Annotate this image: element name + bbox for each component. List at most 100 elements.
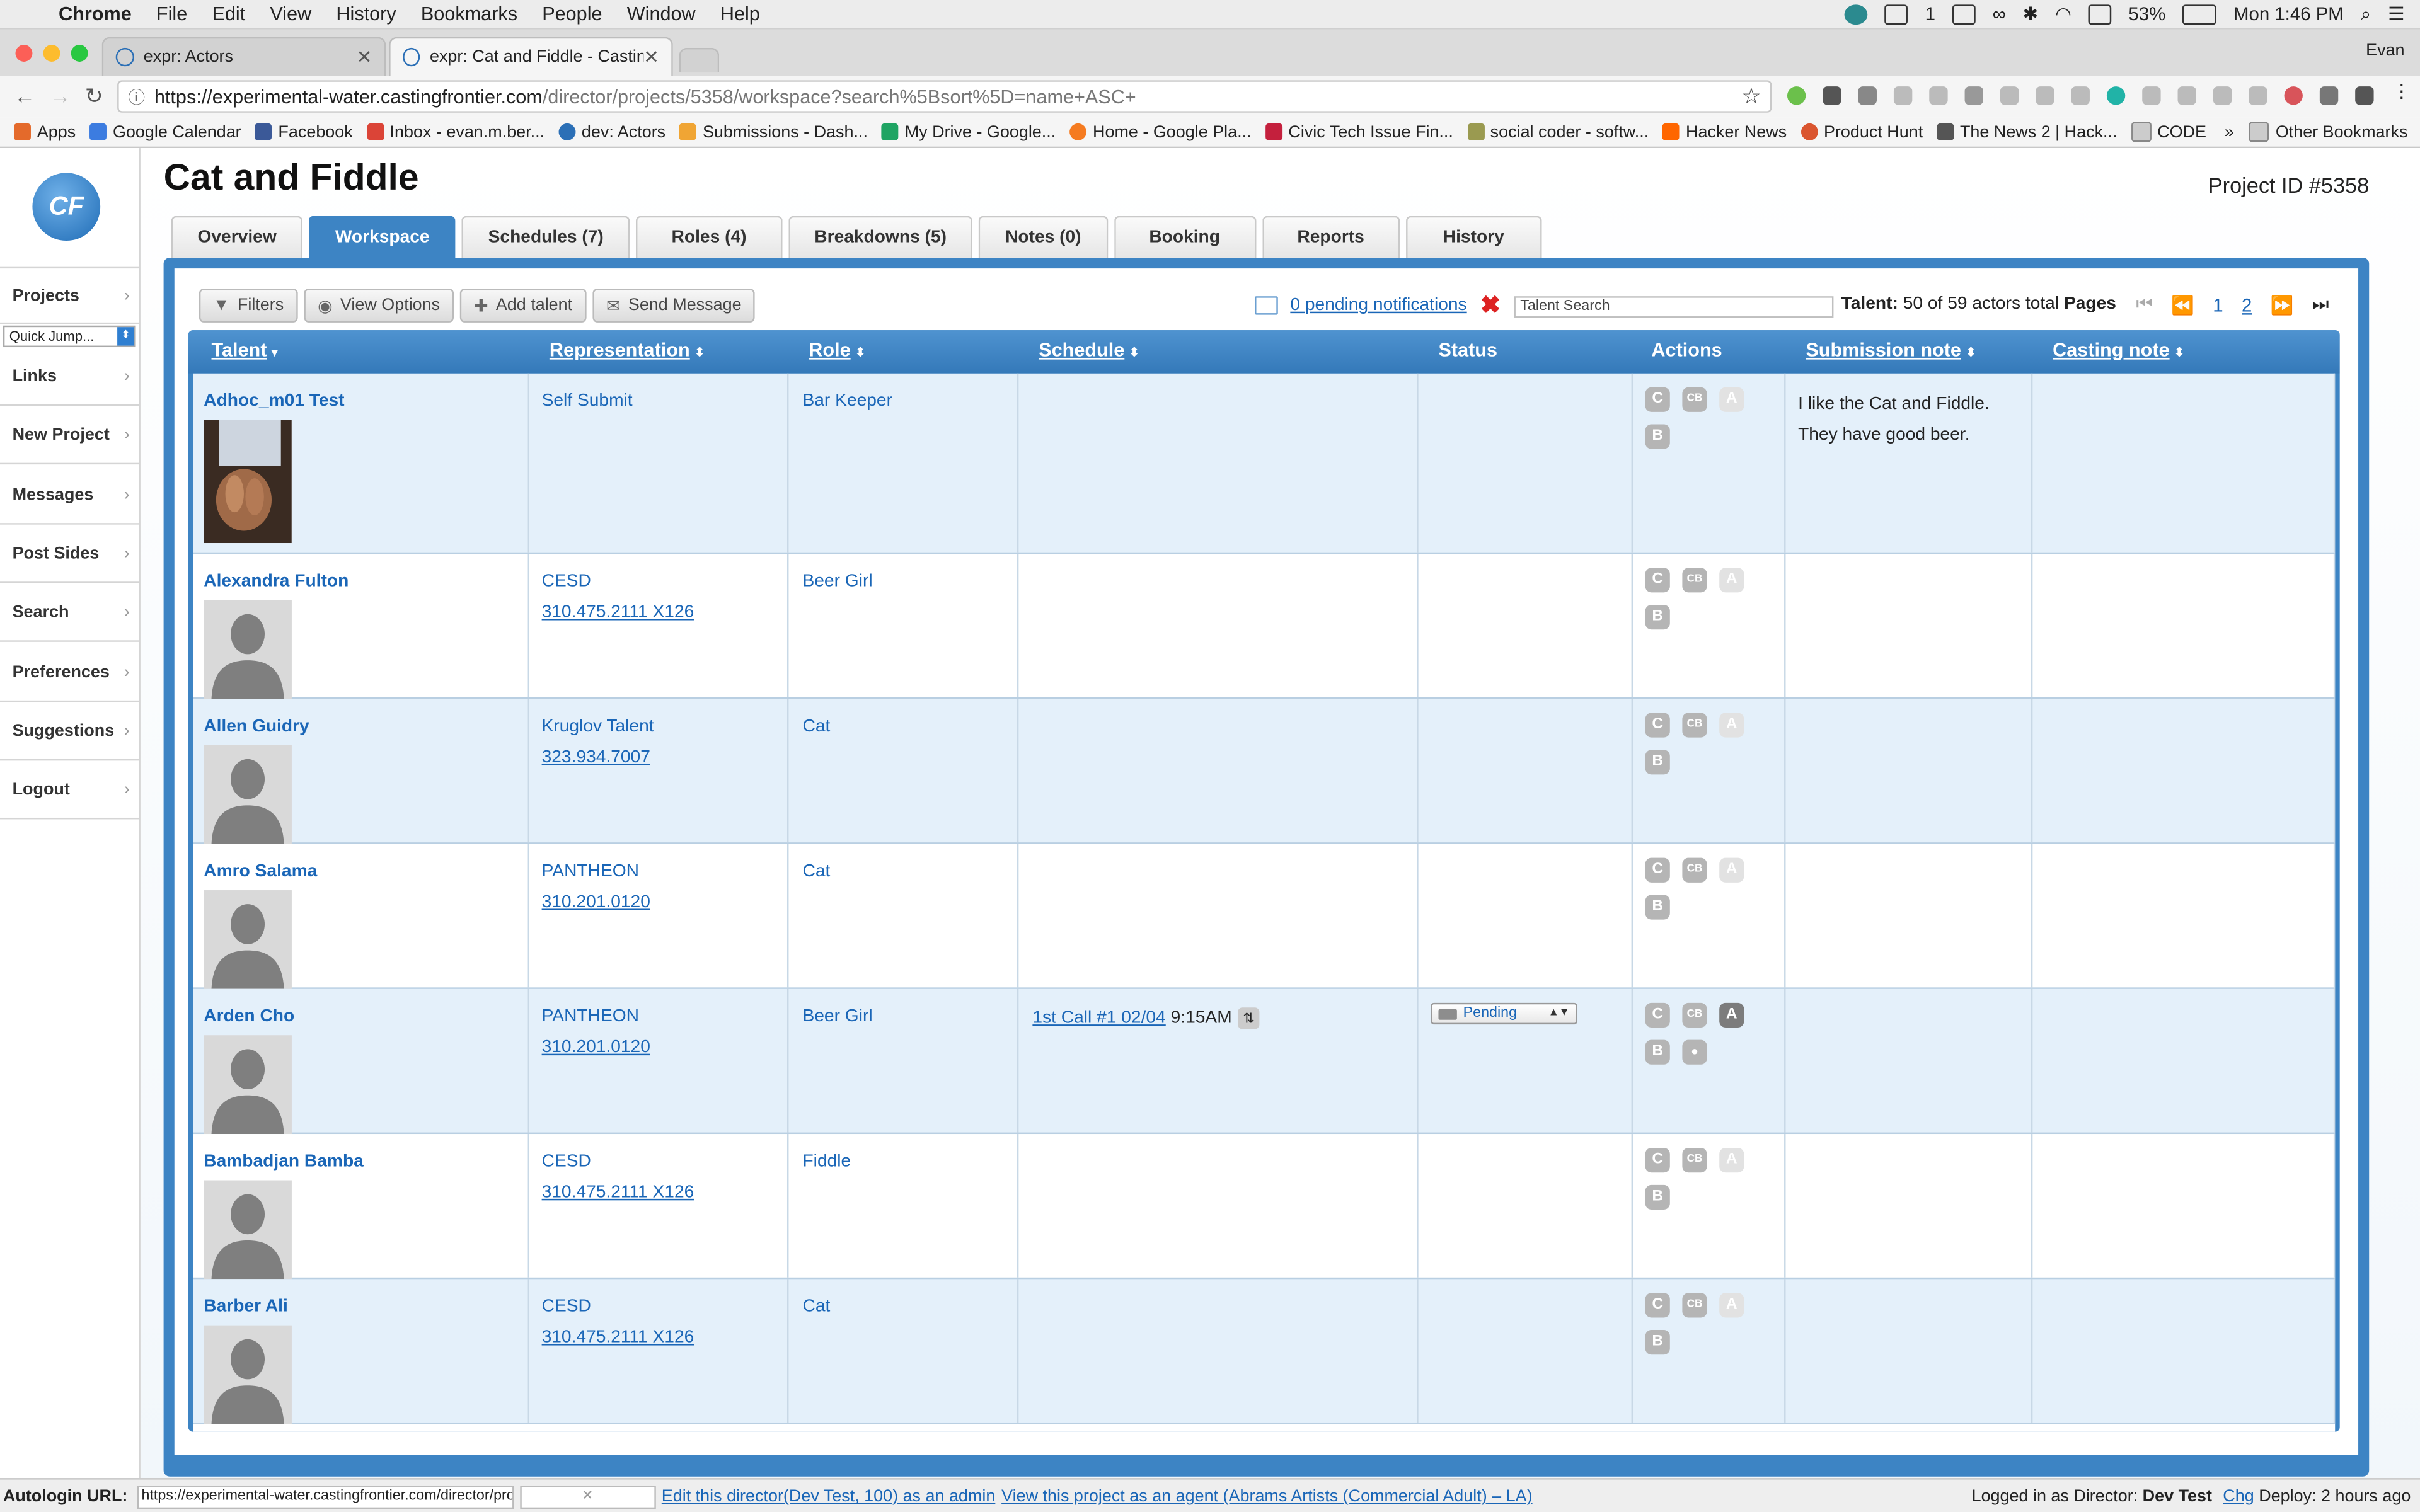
role-link[interactable]: Beer Girl — [802, 573, 872, 591]
cb-button[interactable]: CB — [1682, 387, 1707, 412]
bluetooth-icon[interactable]: ✱ — [2023, 3, 2039, 25]
tab-breakdowns[interactable]: Breakdowns (5) — [788, 215, 973, 258]
book-button[interactable]: B — [1645, 1040, 1670, 1065]
extension-check-icon[interactable] — [2142, 86, 2161, 105]
notification-center-icon[interactable]: ☰ — [2388, 3, 2404, 25]
sidebar-item-messages[interactable]: Messages › — [0, 467, 139, 525]
tab-workspace[interactable]: Workspace — [309, 215, 456, 258]
evernote-icon[interactable] — [1884, 4, 1908, 24]
page-2-link[interactable]: 2 — [2242, 294, 2252, 316]
bookmark-the-news[interactable]: The News 2 | Hack... — [1937, 123, 2117, 141]
book-button[interactable]: B — [1645, 605, 1670, 630]
talent-photo[interactable] — [204, 420, 292, 544]
column-header-submission-note[interactable]: Submission note ⬍ — [1806, 340, 1976, 361]
status-select[interactable]: Pending ▲▼ — [1431, 1002, 1577, 1025]
sidebar-item-new-project[interactable]: New Project › — [0, 408, 139, 465]
browser-tab-actors[interactable]: expr: Actors ✕ — [101, 37, 386, 76]
airplay-icon[interactable] — [2088, 4, 2112, 24]
role-link[interactable]: Beer Girl — [802, 1007, 872, 1026]
cb-button[interactable]: CB — [1682, 857, 1707, 883]
book-button[interactable]: B — [1645, 424, 1670, 449]
sidebar-item-search[interactable]: Search › — [0, 585, 139, 642]
role-link[interactable]: Cat — [802, 1298, 830, 1316]
extension-minus-icon[interactable] — [2036, 86, 2054, 105]
representation-name[interactable]: CESD — [542, 573, 591, 591]
callback-button[interactable]: C — [1645, 387, 1670, 412]
tab-booking[interactable]: Booking — [1113, 215, 1256, 258]
sidebar-item-projects[interactable]: Projects › — [0, 266, 139, 324]
column-header-schedule[interactable]: Schedule ⬍ — [1039, 340, 1139, 361]
representation-name[interactable]: Kruglov Talent — [542, 718, 654, 736]
sidebar-item-logout[interactable]: Logout › — [0, 762, 139, 820]
representation-phone-link[interactable]: 310.475.2111 X126 — [542, 1329, 694, 1347]
menu-history[interactable]: History — [324, 3, 408, 25]
info-icon[interactable]: ⓘ — [128, 84, 145, 108]
edit-director-link[interactable]: Edit this director(Dev Test, 100) as an … — [662, 1487, 996, 1506]
tab-schedules[interactable]: Schedules (7) — [462, 215, 630, 258]
wifi-icon[interactable]: ◠ — [2055, 3, 2071, 25]
cb-button[interactable]: CB — [1682, 713, 1707, 738]
view-options-button[interactable]: ◉ View Options — [304, 288, 454, 323]
callback-button[interactable]: C — [1645, 857, 1670, 883]
comment-icon[interactable]: ● — [1682, 1040, 1707, 1065]
bookmark-dev-actors[interactable]: dev: Actors — [558, 123, 666, 141]
callback-button[interactable]: C — [1645, 1148, 1670, 1173]
extension-w-icon[interactable] — [1964, 86, 1983, 105]
sidebar-item-links[interactable]: Links › — [0, 348, 139, 406]
close-tab-icon[interactable]: ✕ — [643, 46, 659, 67]
zoom-window-button[interactable] — [71, 45, 88, 62]
book-button[interactable]: B — [1645, 895, 1670, 920]
reschedule-icon[interactable]: ⇅ — [1238, 1007, 1260, 1029]
scroll-handle-icon[interactable]: ✕ — [519, 1485, 655, 1508]
menu-app-name[interactable]: Chrome — [46, 3, 144, 25]
column-header-representation[interactable]: Representation ⬍ — [550, 340, 705, 361]
bookmarks-overflow-icon[interactable]: » — [2225, 123, 2234, 141]
profile-name[interactable]: Evan — [2366, 42, 2404, 60]
bookmark-code-folder[interactable]: CODE — [2131, 122, 2206, 142]
next-page-icon[interactable]: ⏩ — [2271, 294, 2294, 316]
tab-roles[interactable]: Roles (4) — [636, 215, 782, 258]
approve-button[interactable]: A — [1719, 1293, 1744, 1318]
role-link[interactable]: Cat — [802, 718, 830, 736]
tab-overview[interactable]: Overview — [171, 215, 303, 258]
quick-jump-select[interactable]: Quick Jump... ⬍ — [3, 325, 136, 348]
callback-button[interactable]: C — [1645, 1293, 1670, 1318]
callback-button[interactable]: C — [1645, 568, 1670, 593]
menu-help[interactable]: Help — [708, 3, 772, 25]
bookmark-submissions[interactable]: Submissions - Dash... — [679, 123, 868, 141]
book-button[interactable]: B — [1645, 1184, 1670, 1210]
address-bar[interactable]: ⓘ https://experimental-water.castingfron… — [117, 80, 1772, 113]
battery-percent[interactable]: 53% — [2128, 3, 2165, 25]
approve-button[interactable]: A — [1719, 857, 1744, 883]
cb-button[interactable]: CB — [1682, 1148, 1707, 1173]
representation-name[interactable]: CESD — [542, 1298, 591, 1316]
spotlight-icon[interactable]: ⌕ — [2361, 3, 2371, 26]
representation-name[interactable]: PANTHEON — [542, 862, 639, 881]
add-talent-button[interactable]: ✚ Add talent — [459, 288, 587, 323]
chrome-more-icon[interactable]: ⋮ — [2392, 80, 2411, 101]
representation-phone-link[interactable]: 310.475.2111 X126 — [542, 1183, 694, 1201]
callback-button[interactable]: C — [1645, 1002, 1670, 1028]
bookmark-product-hunt[interactable]: Product Hunt — [1801, 123, 1923, 141]
bookmark-civic-tech[interactable]: Civic Tech Issue Fin... — [1265, 123, 1453, 141]
close-window-button[interactable] — [15, 45, 33, 62]
talent-name-link[interactable]: Allen Guidry — [204, 718, 309, 736]
forward-icon[interactable]: → — [49, 83, 71, 108]
extension-gray-icon[interactable] — [2071, 86, 2090, 105]
browser-tab-cat-and-fiddle[interactable]: expr: Cat and Fiddle - Casting ✕ — [389, 37, 673, 76]
castingfrontier-logo[interactable]: CF — [32, 173, 101, 241]
bookmark-apps[interactable]: Apps — [14, 123, 76, 141]
bookmark-star-icon[interactable]: ☆ — [1742, 83, 1761, 110]
menu-window[interactable]: Window — [614, 3, 708, 25]
minimize-window-button[interactable] — [43, 45, 60, 62]
change-user-link[interactable]: Chg — [2223, 1487, 2254, 1506]
back-icon[interactable]: ← — [14, 83, 35, 108]
autologin-url-field[interactable]: https://experimental-water.castingfronti… — [137, 1485, 514, 1508]
default-avatar-icon[interactable] — [204, 890, 292, 989]
approve-button[interactable]: A — [1719, 1002, 1744, 1028]
status-badge-count[interactable]: 1 — [1925, 3, 1935, 25]
extension-puzzle-icon[interactable] — [1929, 86, 1948, 105]
extension-refresh-icon[interactable] — [2249, 86, 2267, 105]
bookmark-other-bookmarks[interactable]: Other Bookmarks — [2249, 122, 2407, 142]
status-app-icon[interactable] — [1845, 4, 1869, 24]
